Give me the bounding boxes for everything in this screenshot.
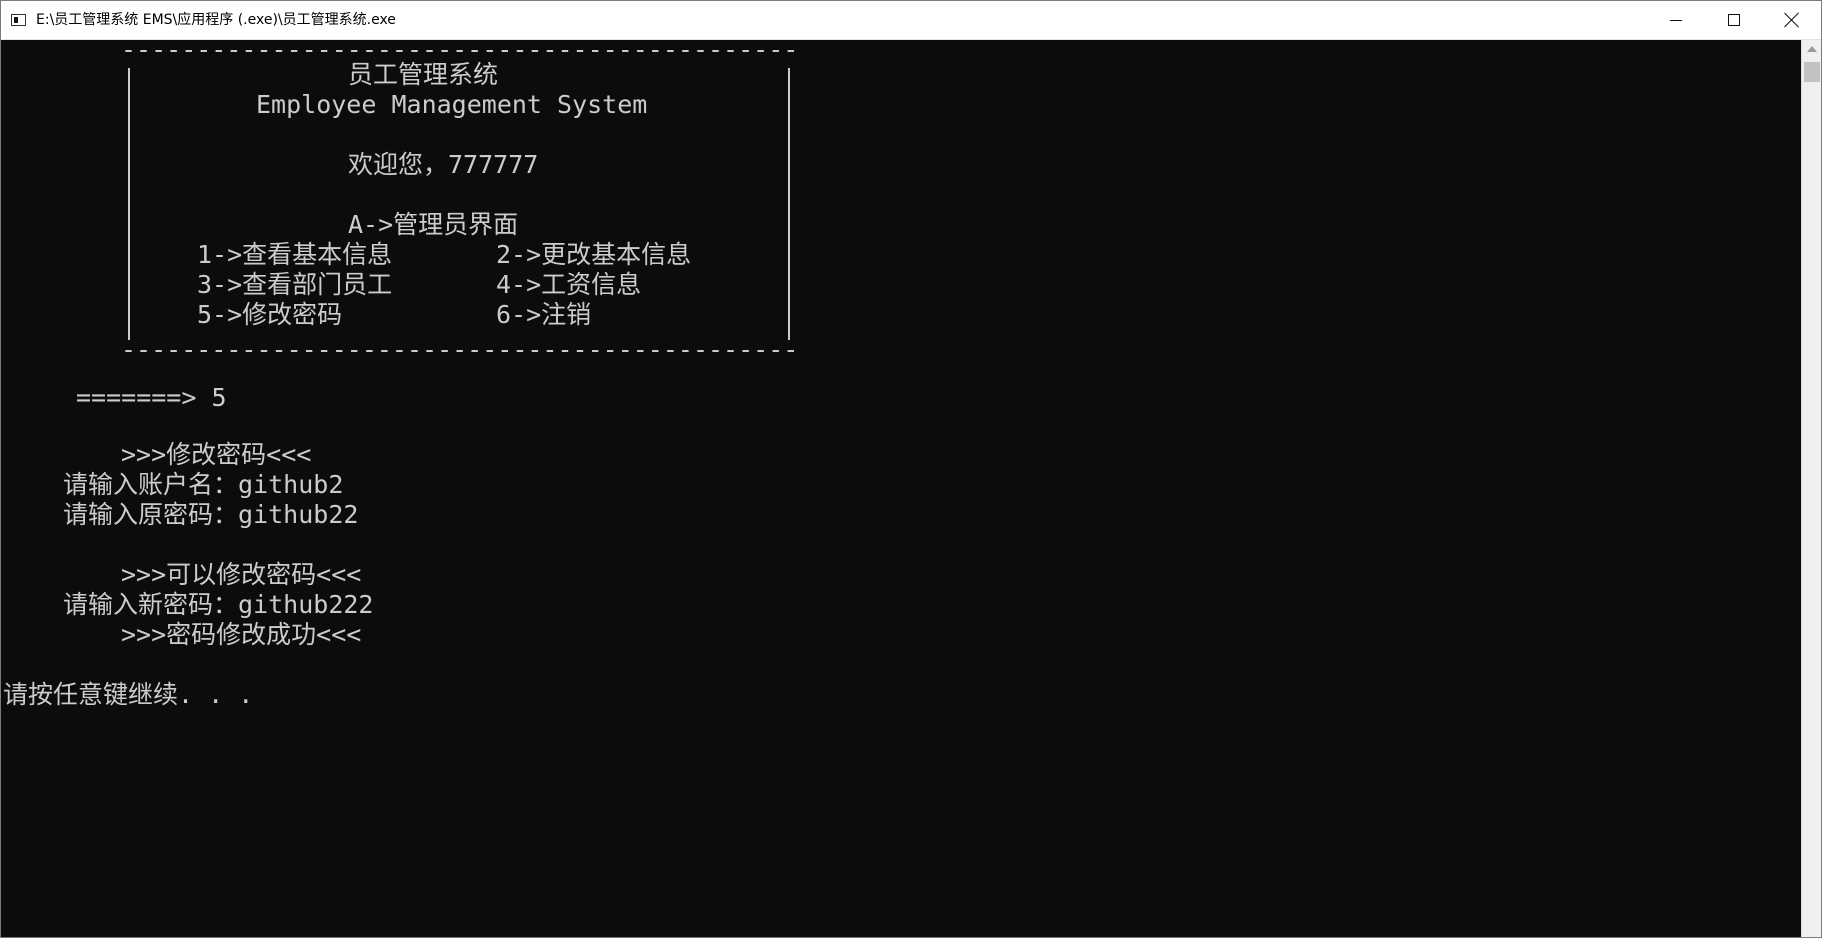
menu-border-bottom: ----------------------------------------… <box>121 335 799 364</box>
console-window-icon[interactable] <box>11 14 26 26</box>
prompt-arrow: =======> <box>76 383 197 412</box>
old-password-prompt: 请输入原密码：github22 <box>63 500 358 530</box>
menu-option-4: 4->工资信息 <box>496 270 642 299</box>
console-output[interactable]: ----------------------------------------… <box>1 40 1801 937</box>
admin-header: A->管理员界面 <box>348 210 519 239</box>
window-title: E:\员工管理系统 EMS\应用程序 (.exe)\员工管理系统.exe <box>36 12 396 28</box>
can-change-message: >>>可以修改密码<<< <box>121 560 362 589</box>
menu-option-1: 1->查看基本信息 <box>197 240 393 269</box>
system-title-en: Employee Management System <box>256 90 648 119</box>
minimize-icon <box>1670 19 1682 21</box>
choice-prompt: =======> 5 <box>76 383 227 413</box>
vertical-scrollbar[interactable] <box>1801 40 1821 937</box>
choice-value: 5 <box>211 383 227 412</box>
account-value: github2 <box>238 470 344 499</box>
success-message: >>>密码修改成功<<< <box>121 620 362 649</box>
minimize-button[interactable] <box>1647 1 1705 39</box>
console-window: E:\员工管理系统 EMS\应用程序 (.exe)\员工管理系统.exe ---… <box>0 0 1822 938</box>
close-icon <box>1784 12 1800 28</box>
maximize-icon <box>1728 14 1740 26</box>
menu-option-2: 2->更改基本信息 <box>496 240 692 269</box>
old-password-value: github22 <box>238 500 359 529</box>
section-header: >>>修改密码<<< <box>121 440 312 469</box>
menu-option-5: 5->修改密码 <box>197 300 343 329</box>
new-password-label: 请输入新密码： <box>63 590 239 619</box>
new-password-prompt: 请输入新密码：github222 <box>63 590 373 620</box>
menu-border-left <box>128 68 130 340</box>
system-title-cn: 员工管理系统 <box>348 60 499 89</box>
welcome-text: 欢迎您，777777 <box>348 150 539 179</box>
new-password-value: github222 <box>238 590 374 619</box>
account-label: 请输入账户名： <box>63 470 239 499</box>
menu-option-3: 3->查看部门员工 <box>197 270 393 299</box>
old-password-label: 请输入原密码： <box>63 500 239 529</box>
title-bar[interactable]: E:\员工管理系统 EMS\应用程序 (.exe)\员工管理系统.exe <box>1 1 1821 40</box>
maximize-button[interactable] <box>1705 1 1763 39</box>
scroll-up-arrow-icon[interactable] <box>1807 46 1817 52</box>
scrollbar-thumb[interactable] <box>1804 62 1820 82</box>
press-any-key-prompt: 请按任意键继续. . . <box>3 680 254 709</box>
account-prompt: 请输入账户名：github2 <box>63 470 343 500</box>
menu-option-6: 6->注销 <box>496 300 592 329</box>
menu-border-right <box>788 68 790 340</box>
close-button[interactable] <box>1763 1 1821 39</box>
